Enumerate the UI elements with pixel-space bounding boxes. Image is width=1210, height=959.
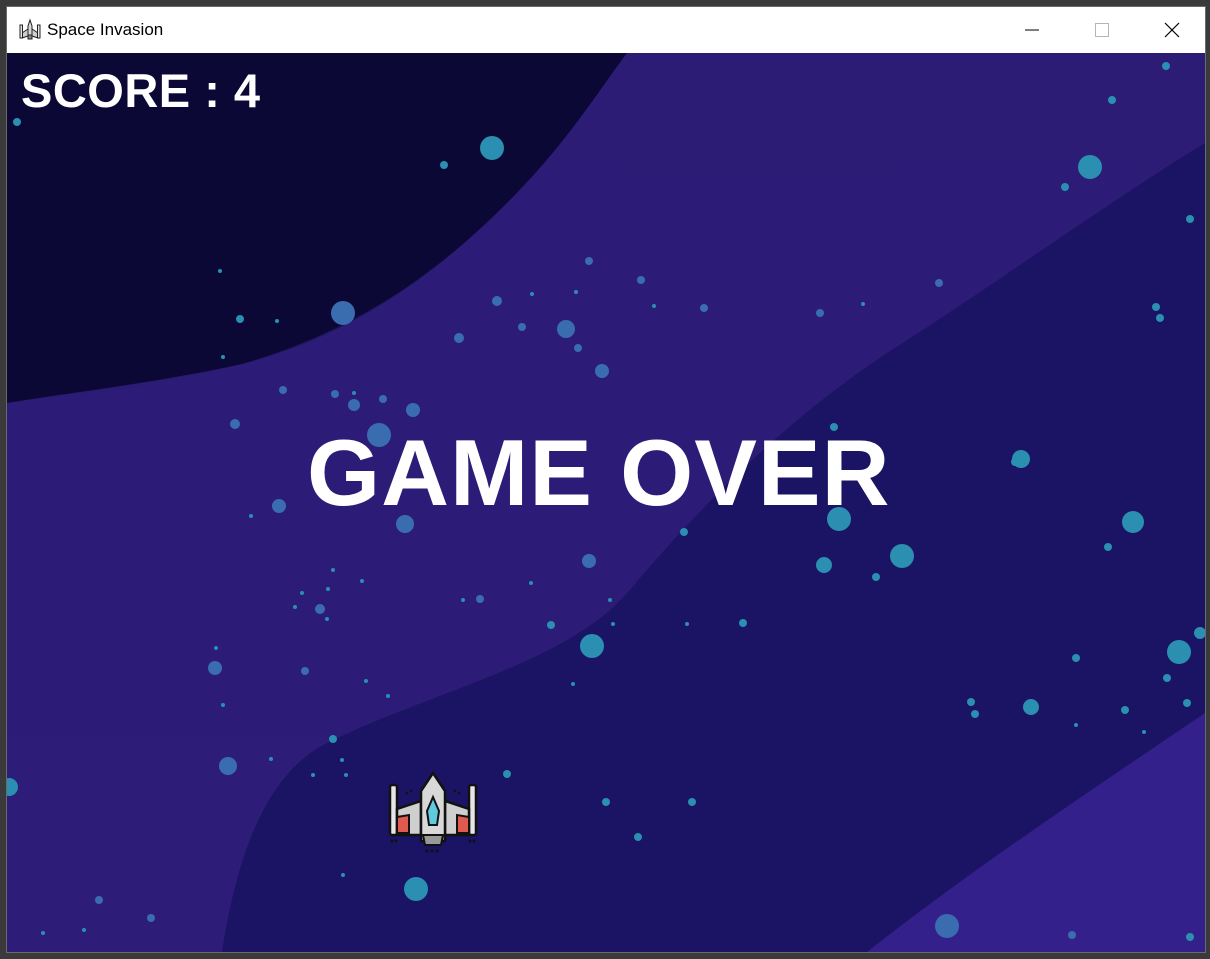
maximize-icon: [1095, 23, 1109, 37]
title-bar[interactable]: Space Invasion: [7, 7, 1205, 53]
minimize-button[interactable]: [997, 7, 1067, 53]
close-icon: [1164, 22, 1180, 38]
game-canvas[interactable]: SCORE : 4 GAME OVER: [7, 53, 1205, 952]
window-title: Space Invasion: [47, 20, 164, 39]
game-window: Space Invasion SCORE: 4 GAME OVER: [6, 6, 1206, 953]
player-spaceship-icon: [388, 771, 478, 853]
score-display: SCORE : 4: [21, 64, 261, 117]
spaceship-icon: [19, 18, 41, 40]
close-button[interactable]: [1137, 7, 1205, 53]
maximize-button[interactable]: [1067, 7, 1137, 53]
minimize-icon: [1025, 29, 1039, 31]
game-over-text: GAME OVER: [307, 420, 891, 525]
